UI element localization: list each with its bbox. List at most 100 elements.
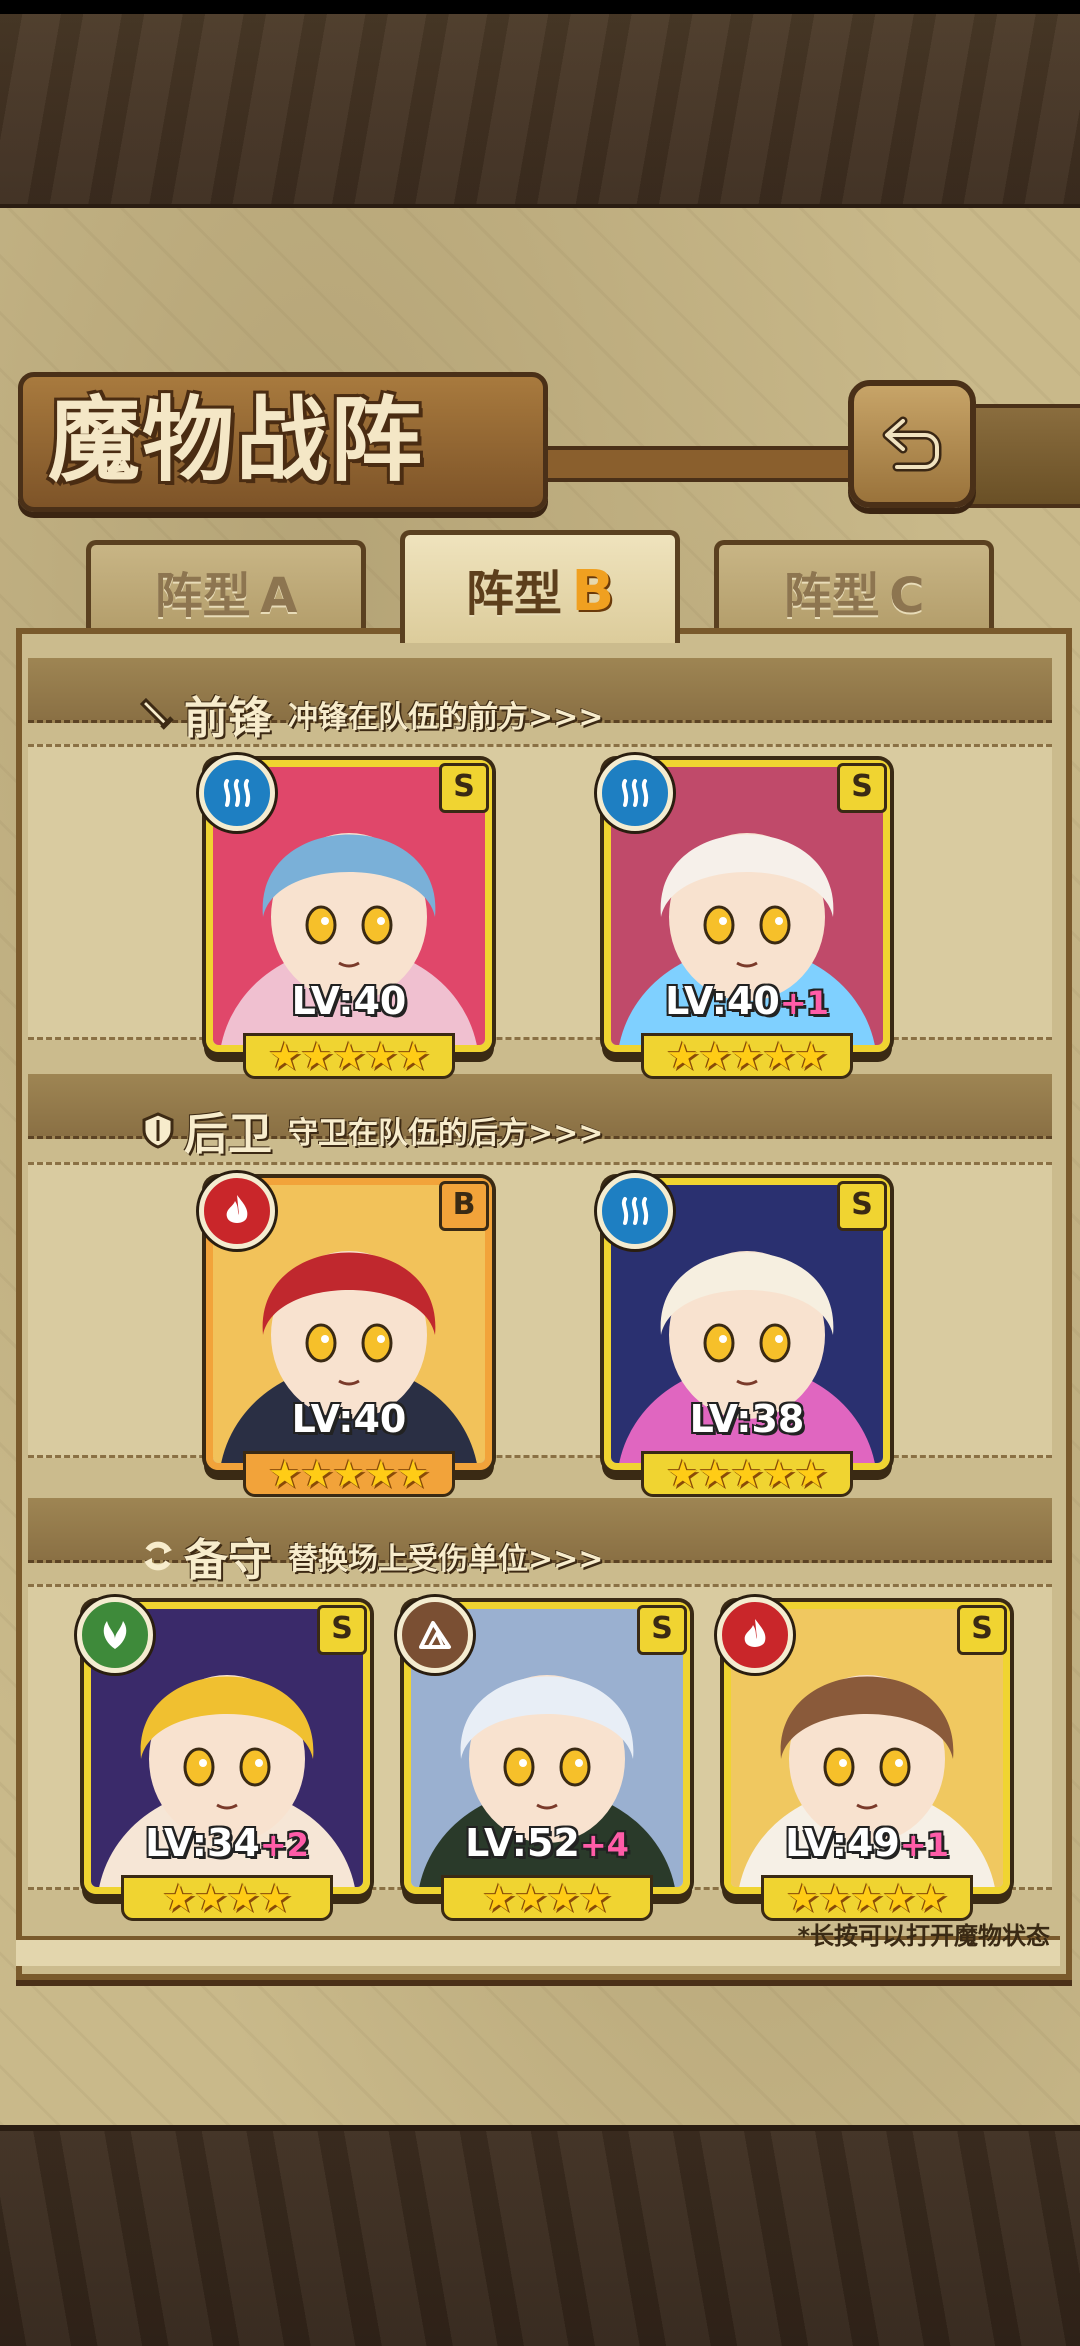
star-icon: ★	[364, 1034, 399, 1078]
grade-badge: B	[439, 1181, 489, 1231]
level-value: LV:49	[785, 1821, 900, 1865]
level-value: LV:38	[689, 1397, 805, 1441]
level-value: LV:40	[291, 1397, 407, 1441]
tab-label: 阵型 B	[465, 559, 615, 624]
monster-card[interactable]: S LV:34+2 ★ ★ ★ ★	[77, 1597, 370, 1921]
level-label: LV:52+4	[411, 1821, 683, 1865]
section-title: 备守	[184, 1535, 272, 1586]
grade-badge: S	[837, 1181, 887, 1231]
star-icon: ★	[299, 1034, 334, 1078]
star-icon: ★	[729, 1452, 765, 1496]
star-icon: ★	[785, 1876, 820, 1920]
star-icon: ★	[546, 1876, 581, 1920]
fire-icon	[717, 1597, 793, 1673]
back-arrow-icon	[882, 416, 942, 472]
sword-icon	[139, 697, 174, 730]
tab-formation-a[interactable]: 阵型 A	[86, 540, 366, 637]
star-icon: ★	[396, 1452, 431, 1496]
status-bar	[0, 0, 1080, 14]
star-icon: ★	[364, 1452, 399, 1496]
map-border-top	[0, 14, 1080, 210]
level-bonus: +1	[779, 984, 829, 1022]
rear-slot-row	[28, 1162, 1052, 1458]
star-rating: ★ ★ ★ ★ ★	[641, 1451, 853, 1497]
star-icon: ★	[729, 1034, 765, 1078]
front-slot-row	[28, 744, 1052, 1040]
level-label: LV:40+1	[611, 979, 883, 1023]
section-label-rear: 后卫 守卫在队伍的后方>>>	[138, 1098, 603, 1162]
star-icon: ★	[331, 1034, 367, 1078]
grade-badge: S	[837, 763, 887, 813]
section-title: 前锋	[184, 693, 272, 744]
level-label: LV:34+2	[91, 1821, 363, 1865]
star-icon: ★	[578, 1876, 613, 1920]
tab-label: 阵型 C	[783, 568, 925, 624]
monster-card[interactable]: B LV:40 ★ ★ ★ ★ ★	[199, 1173, 492, 1497]
section-title: 后卫	[184, 1109, 272, 1160]
long-press-hint: *长按可以打开魔物状态	[797, 1922, 1050, 1950]
level-bonus: +4	[579, 1826, 629, 1864]
level-bonus: +1	[899, 1826, 949, 1864]
map-border-bottom	[0, 2125, 1080, 2346]
star-icon: ★	[914, 1876, 949, 1920]
back-button-rail	[966, 404, 1080, 508]
star-rating: ★ ★ ★ ★ ★	[641, 1033, 853, 1079]
star-icon: ★	[331, 1452, 367, 1496]
section-description: 守卫在队伍的后方>>>	[288, 1116, 604, 1151]
level-label: LV:38	[611, 1397, 883, 1441]
grade-badge: S	[317, 1605, 367, 1655]
star-icon: ★	[665, 1452, 700, 1496]
grade-badge: S	[637, 1605, 687, 1655]
section-description: 冲锋在队伍的前方>>>	[288, 700, 604, 735]
star-icon: ★	[481, 1876, 516, 1920]
level-label: LV:40	[213, 1397, 485, 1441]
fire-icon	[199, 1173, 275, 1249]
water-icon	[199, 755, 275, 831]
star-icon: ★	[161, 1876, 196, 1920]
shield-icon	[142, 1112, 174, 1149]
tab-formation-b[interactable]: 阵型 B	[400, 530, 680, 643]
monster-card[interactable]: S LV:40+1 ★ ★ ★ ★ ★	[597, 755, 890, 1079]
monster-card[interactable]: S LV:52+4 ★ ★ ★ ★	[397, 1597, 690, 1921]
tab-label: 阵型 A	[154, 568, 298, 624]
back-button[interactable]	[848, 380, 976, 508]
star-icon: ★	[299, 1452, 334, 1496]
monster-card[interactable]: S LV:38 ★ ★ ★ ★ ★	[597, 1173, 890, 1497]
star-rating: ★ ★ ★ ★ ★	[761, 1875, 973, 1921]
star-icon: ★	[513, 1876, 548, 1920]
star-icon: ★	[794, 1034, 829, 1078]
star-icon: ★	[762, 1452, 797, 1496]
level-value: LV:34	[145, 1821, 260, 1865]
star-rating: ★ ★ ★ ★	[121, 1875, 333, 1921]
star-icon: ★	[258, 1876, 293, 1920]
star-icon: ★	[697, 1034, 732, 1078]
star-rating: ★ ★ ★ ★ ★	[243, 1033, 455, 1079]
tab-formation-c[interactable]: 阵型 C	[714, 540, 994, 637]
star-icon: ★	[267, 1034, 302, 1078]
swap-icon	[144, 1541, 172, 1571]
star-icon: ★	[817, 1876, 852, 1920]
section-label-front: 前锋 冲锋在队伍的前方>>>	[138, 682, 603, 746]
star-icon: ★	[665, 1034, 700, 1078]
level-label: LV:40	[213, 979, 485, 1023]
rock-icon	[397, 1597, 473, 1673]
star-icon: ★	[882, 1876, 917, 1920]
star-rating: ★ ★ ★ ★ ★	[243, 1451, 455, 1497]
water-icon	[597, 755, 673, 831]
grade-badge: S	[439, 763, 489, 813]
star-rating: ★ ★ ★ ★	[441, 1875, 653, 1921]
level-value: LV:40	[665, 979, 780, 1023]
star-icon: ★	[697, 1452, 732, 1496]
star-icon: ★	[226, 1876, 261, 1920]
star-icon: ★	[193, 1876, 228, 1920]
leaf-icon	[77, 1597, 153, 1673]
monster-card[interactable]: S LV:40 ★ ★ ★ ★ ★	[199, 755, 492, 1079]
monster-card[interactable]: S LV:49+1 ★ ★ ★ ★ ★	[717, 1597, 1010, 1921]
star-icon: ★	[396, 1034, 431, 1078]
section-label-reserve: 备守 替换场上受伤单位>>>	[138, 1524, 603, 1588]
water-icon	[597, 1173, 673, 1249]
level-bonus: +2	[259, 1826, 309, 1864]
level-label: LV:49+1	[731, 1821, 1003, 1865]
level-value: LV:52	[465, 1821, 580, 1865]
star-icon: ★	[267, 1452, 302, 1496]
